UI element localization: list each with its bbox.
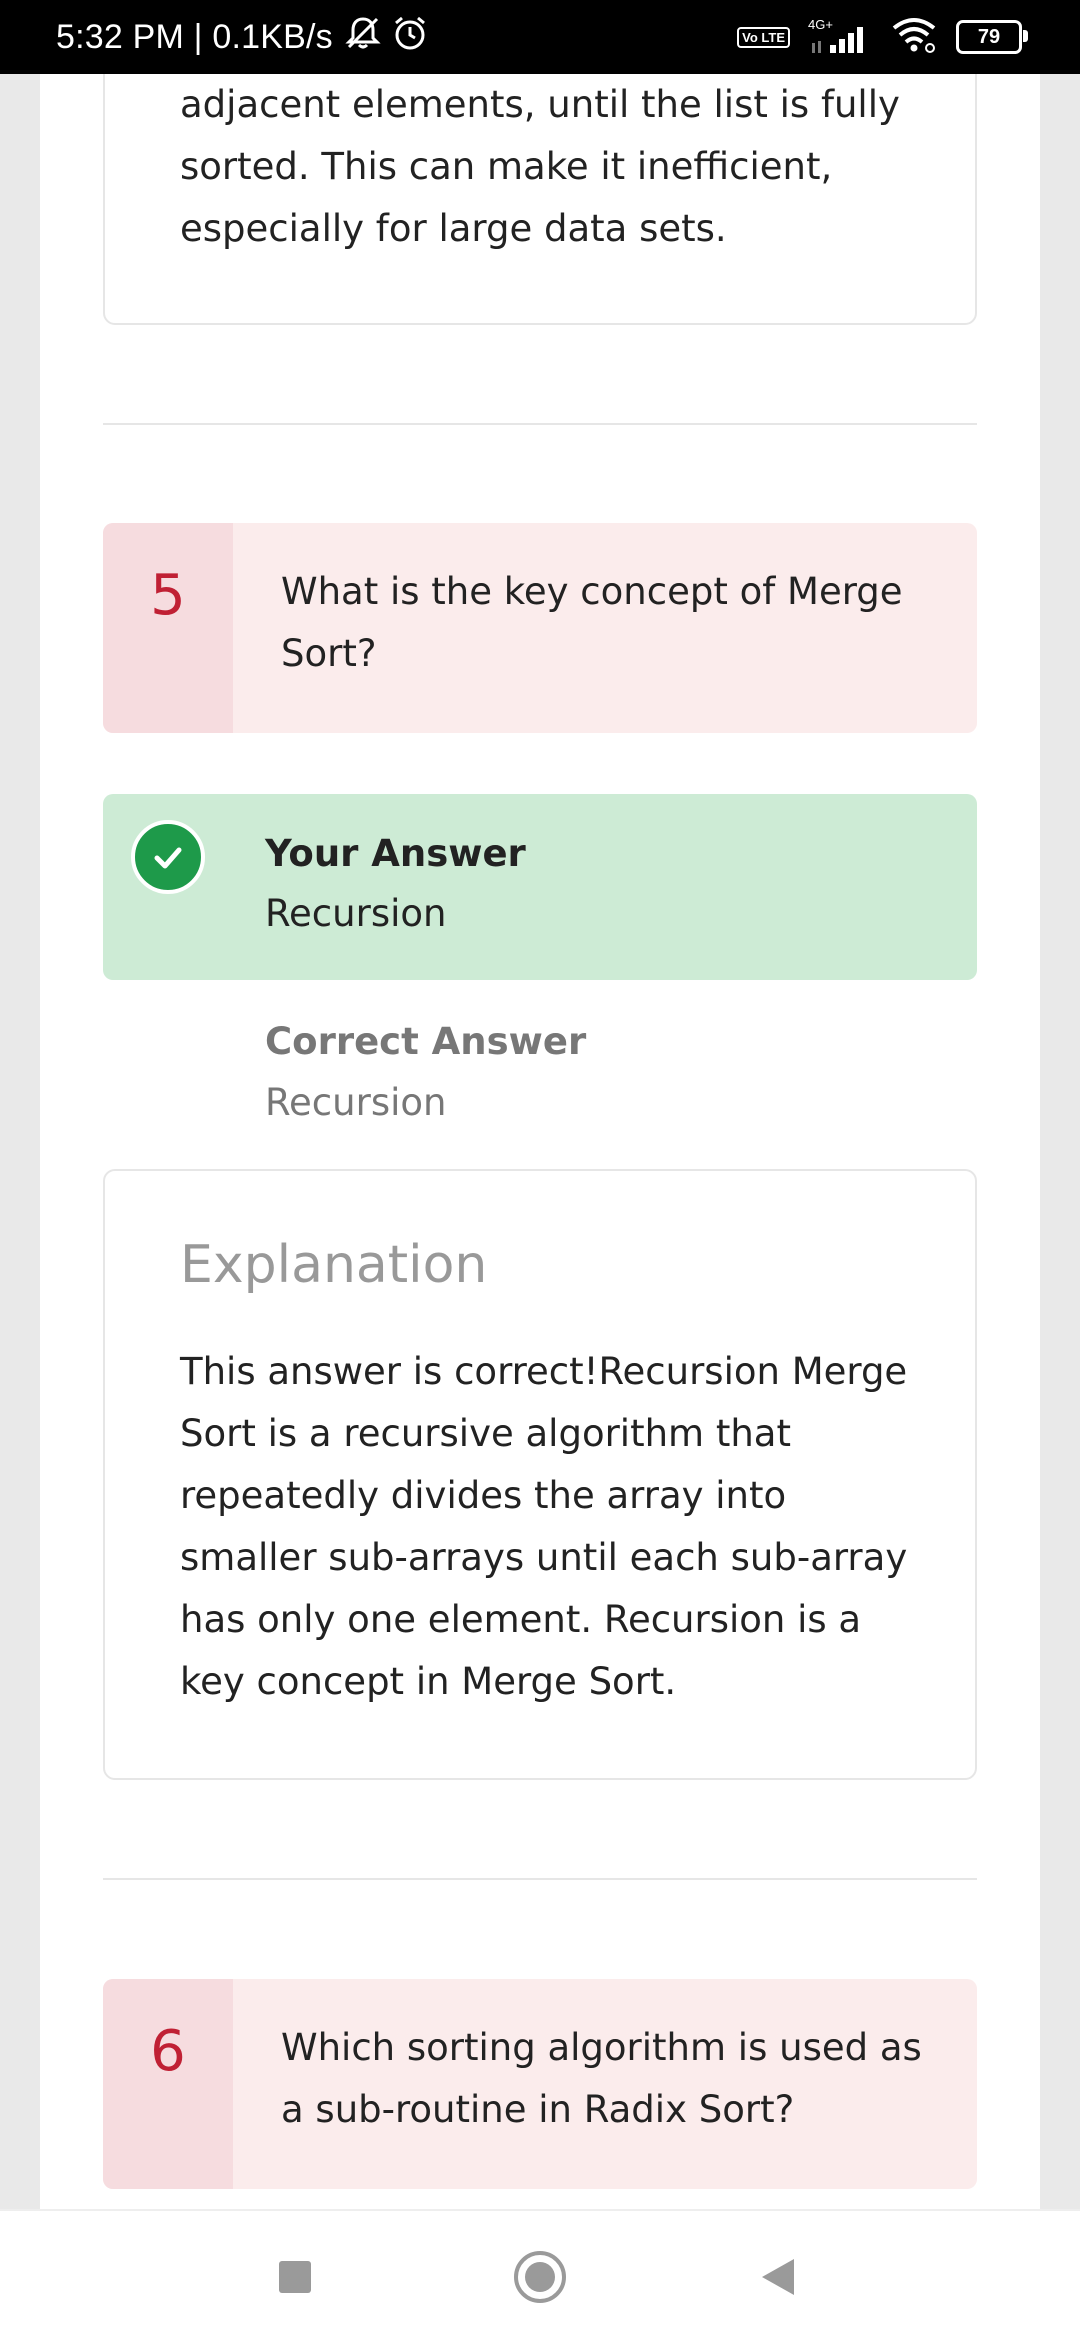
signal-icon: 4G+ (808, 17, 872, 57)
home-circle-icon[interactable] (514, 2251, 566, 2303)
correct-answer-label: Correct Answer (265, 1020, 587, 1063)
question-text: What is the key concept of Merge Sort? (281, 570, 903, 675)
question-number: 6 (103, 1979, 233, 2189)
your-answer-card: Your Answer Recursion (103, 794, 977, 980)
previous-explanation-line: especially for large data sets. (180, 207, 727, 250)
question-number: 5 (103, 523, 233, 733)
question-card-5: 5 What is the key concept of Merge Sort? (103, 523, 977, 733)
back-triangle-icon[interactable] (762, 2259, 794, 2295)
wifi-icon (890, 16, 938, 58)
navigation-bar (0, 2209, 1080, 2340)
correct-answer-value: Recursion (265, 1081, 447, 1124)
mute-icon (343, 15, 383, 60)
section-divider (103, 1878, 977, 1880)
previous-explanation-line: sorted. This can make it inefficient, (180, 145, 833, 188)
question-text: Which sorting algorithm is used as a sub… (281, 2026, 922, 2131)
battery-icon: 79 (956, 20, 1028, 54)
previous-explanation-line: adjacent elements, until the list is ful… (180, 83, 900, 126)
status-bar: 5:32 PM | 0.1KB/s Vo LTE 4G+ 79 (0, 0, 1080, 74)
battery-level: 79 (977, 25, 1001, 48)
previous-explanation-text: adjacent elements, until the list is ful… (180, 74, 900, 260)
previous-explanation-card: adjacent elements, until the list is ful… (103, 74, 977, 325)
volte-badge: Vo LTE (737, 26, 790, 48)
your-answer-label: Your Answer (265, 832, 526, 875)
explanation-text: This answer is correct!Recursion Merge S… (180, 1350, 908, 1703)
section-divider (103, 423, 977, 425)
your-answer-value: Recursion (265, 892, 447, 935)
status-time-speed: 5:32 PM | 0.1KB/s (56, 17, 333, 56)
alarm-icon (391, 14, 429, 61)
explanation-card: Explanation This answer is correct!Recur… (103, 1169, 977, 1780)
explanation-title: Explanation (180, 1235, 488, 1295)
status-right: Vo LTE 4G+ 79 (737, 0, 1028, 74)
status-left: 5:32 PM | 0.1KB/s (56, 0, 429, 74)
quiz-results-page[interactable]: adjacent elements, until the list is ful… (40, 74, 1040, 2209)
recents-square-icon[interactable] (279, 2261, 311, 2293)
question-card-6: 6 Which sorting algorithm is used as a s… (103, 1979, 977, 2189)
check-icon (131, 820, 205, 894)
